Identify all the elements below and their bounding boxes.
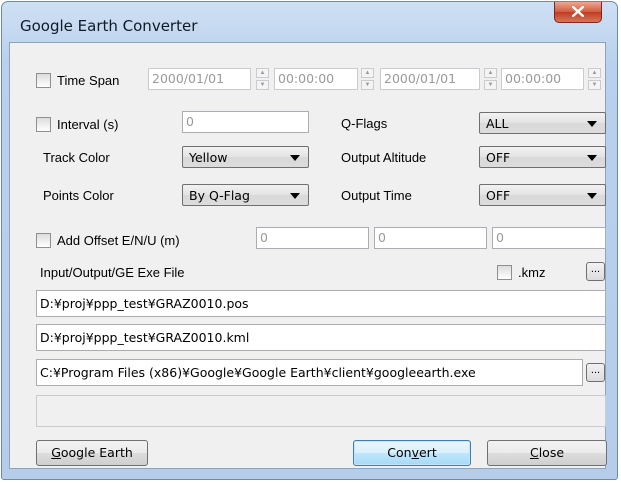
chevron-down-icon — [587, 121, 597, 127]
spin-up-icon[interactable]: ▲ — [361, 68, 374, 78]
close-mnemonic: C — [529, 445, 539, 460]
spin-down-icon[interactable]: ▼ — [588, 80, 601, 90]
chevron-down-icon — [587, 155, 597, 161]
output-time-select[interactable]: OFF — [479, 184, 606, 206]
add-offset-checkbox-box[interactable] — [36, 232, 51, 248]
interval-input[interactable]: 0 — [182, 111, 309, 133]
time-span-checkbox-box[interactable] — [36, 72, 51, 88]
kmz-checkbox[interactable]: .kmz — [497, 262, 545, 282]
end-date-spinner[interactable]: ▲ ▼ — [484, 68, 497, 90]
start-time-spinner[interactable]: ▲ ▼ — [361, 68, 374, 90]
spin-up-icon[interactable]: ▲ — [484, 68, 497, 78]
interval-checkbox[interactable]: Interval (s) — [36, 114, 118, 134]
qflags-select[interactable]: ALL — [479, 112, 606, 134]
qflags-label: Q-Flags — [341, 116, 388, 131]
spin-down-icon[interactable]: ▼ — [361, 80, 374, 90]
add-offset-label: Add Offset E/N/U (m) — [57, 232, 180, 248]
spin-up-icon[interactable]: ▲ — [256, 68, 269, 78]
title-bar[interactable]: Google Earth Converter — [2, 2, 617, 44]
output-altitude-value: OFF — [486, 150, 511, 165]
chevron-down-icon — [587, 193, 597, 199]
browse-ge-exe-button[interactable]: ... — [586, 363, 605, 382]
points-color-select[interactable]: By Q-Flag — [182, 184, 309, 206]
output-altitude-select[interactable]: OFF — [479, 146, 606, 168]
kmz-label: .kmz — [518, 264, 546, 280]
end-time-field[interactable]: 00:00:00 — [501, 68, 584, 90]
convert-mnemonic: v — [411, 445, 419, 460]
convert-label-pre: Con — [387, 445, 412, 460]
time-span-checkbox[interactable]: Time Span — [36, 70, 119, 90]
close-icon — [571, 5, 585, 18]
add-offset-checkbox[interactable]: Add Offset E/N/U (m) — [36, 230, 180, 250]
end-date-field[interactable]: 2000/01/01 — [380, 68, 480, 90]
end-time-spinner[interactable]: ▲ ▼ — [588, 68, 601, 90]
close-label: lose — [538, 445, 565, 460]
chevron-down-icon — [290, 193, 300, 199]
offset-east-input[interactable]: 0 — [256, 227, 369, 249]
qflags-value: ALL — [486, 116, 509, 131]
window-title: Google Earth Converter — [20, 17, 198, 35]
ge-exe-field[interactable]: C:¥Program Files (x86)¥Google¥Google Ear… — [36, 359, 583, 386]
output-time-value: OFF — [486, 188, 511, 203]
convert-label-rest: ert — [418, 445, 437, 460]
offset-up-input[interactable]: 0 — [492, 227, 606, 249]
time-span-label: Time Span — [57, 72, 120, 88]
ellipsis-icon: ... — [590, 364, 601, 376]
start-time-field[interactable]: 00:00:00 — [274, 68, 358, 90]
google-earth-label: oogle Earth — [60, 445, 133, 460]
browse-output-button[interactable]: ... — [586, 262, 605, 281]
status-bar — [36, 395, 606, 427]
google-earth-button[interactable]: Google Earth — [36, 440, 148, 466]
input-file-field[interactable]: D:¥proj¥ppp_test¥GRAZ0010.pos — [36, 290, 606, 317]
convert-button[interactable]: Convert — [353, 440, 471, 466]
track-color-label: Track Color — [43, 150, 110, 165]
track-color-select[interactable]: Yellow — [182, 146, 309, 168]
interval-checkbox-box[interactable] — [36, 116, 51, 132]
spin-down-icon[interactable]: ▼ — [256, 80, 269, 90]
files-label: Input/Output/GE Exe File — [40, 265, 185, 280]
ellipsis-icon: ... — [590, 263, 601, 275]
window-close-button[interactable] — [554, 2, 602, 23]
output-altitude-label: Output Altitude — [341, 150, 427, 165]
output-time-label: Output Time — [341, 188, 412, 203]
chevron-down-icon — [290, 155, 300, 161]
points-color-value: By Q-Flag — [189, 188, 250, 203]
spin-up-icon[interactable]: ▲ — [588, 68, 601, 78]
start-date-spinner[interactable]: ▲ ▼ — [256, 68, 269, 90]
close-button[interactable]: Close — [487, 440, 607, 466]
offset-north-input[interactable]: 0 — [374, 227, 487, 249]
output-file-field[interactable]: D:¥proj¥ppp_test¥GRAZ0010.kml — [36, 324, 606, 351]
spin-down-icon[interactable]: ▼ — [484, 80, 497, 90]
track-color-value: Yellow — [189, 150, 228, 165]
points-color-label: Points Color — [43, 188, 114, 203]
google-earth-mnemonic: G — [51, 445, 61, 460]
start-date-field[interactable]: 2000/01/01 — [148, 68, 251, 90]
kmz-checkbox-box[interactable] — [497, 264, 512, 280]
interval-label: Interval (s) — [57, 116, 119, 132]
